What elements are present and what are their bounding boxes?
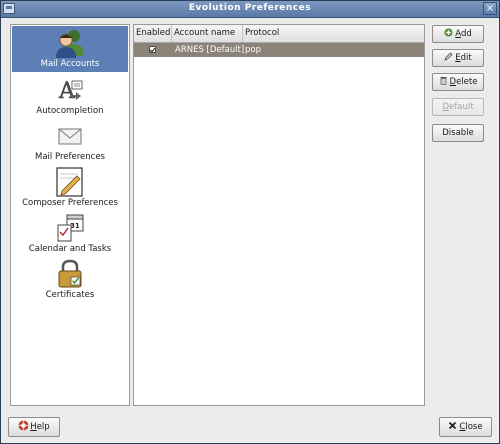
edit-button[interactable]: Edit	[432, 49, 484, 67]
sidebar-item-label: Composer Preferences	[22, 198, 118, 208]
autocompletion-icon: A	[58, 79, 83, 104]
composer-icon	[56, 167, 83, 197]
enabled-checkbox[interactable]	[149, 46, 156, 53]
window-close-icon[interactable]: ×	[483, 2, 497, 15]
column-header-account-name[interactable]: Account name	[172, 25, 243, 42]
sidebar-item-mail-accounts[interactable]: Mail Accounts	[12, 26, 128, 72]
category-sidebar: Mail Accounts A Autocompletion Mail Pref…	[10, 24, 130, 406]
sidebar-item-label: Mail Preferences	[35, 152, 105, 162]
sidebar-item-label: Mail Accounts	[40, 59, 100, 69]
add-button[interactable]: Add	[432, 25, 484, 43]
mail-accounts-icon	[56, 30, 84, 58]
add-icon	[444, 28, 453, 37]
sidebar-item-composer-preferences[interactable]: Composer Preferences	[12, 165, 128, 211]
sidebar-item-label: Autocompletion	[36, 106, 104, 116]
default-button[interactable]: Default	[432, 98, 484, 116]
sidebar-item-label: Calendar and Tasks	[28, 244, 112, 254]
column-header-protocol[interactable]: Protocol	[243, 25, 424, 42]
table-row[interactable]: ARNES [Default] pop	[134, 43, 424, 57]
help-button[interactable]: Help	[8, 417, 60, 437]
trash-icon	[440, 77, 447, 85]
protocol-cell: pop	[245, 45, 261, 55]
table-header: Enabled Account name Protocol	[134, 25, 424, 43]
calendar-icon: 31	[57, 214, 84, 242]
envelope-icon	[58, 128, 82, 145]
sidebar-item-mail-preferences[interactable]: Mail Preferences	[12, 119, 128, 165]
sidebar-item-certificates[interactable]: Certificates	[12, 257, 128, 303]
sidebar-item-calendar-and-tasks[interactable]: 31 Calendar and Tasks	[12, 211, 128, 257]
close-icon	[449, 421, 457, 430]
help-icon	[18, 420, 29, 431]
close-button[interactable]: Close	[439, 417, 492, 437]
preferences-window: Evolution Preferences × Mail Accounts A	[0, 0, 500, 444]
edit-icon	[444, 52, 453, 61]
disable-button[interactable]: Disable	[432, 124, 484, 142]
column-header-enabled[interactable]: Enabled	[134, 25, 172, 42]
accounts-table[interactable]: Enabled Account name Protocol ARNES [Def…	[133, 24, 425, 406]
delete-button[interactable]: Delete	[432, 73, 484, 91]
window-title: Evolution Preferences	[188, 3, 312, 13]
sidebar-item-autocompletion[interactable]: A Autocompletion	[12, 73, 128, 119]
padlock-icon	[58, 259, 82, 288]
sidebar-item-label: Certificates	[45, 290, 95, 300]
title-bar[interactable]: Evolution Preferences ×	[1, 1, 499, 18]
account-name-cell: ARNES [Default]	[175, 45, 245, 55]
